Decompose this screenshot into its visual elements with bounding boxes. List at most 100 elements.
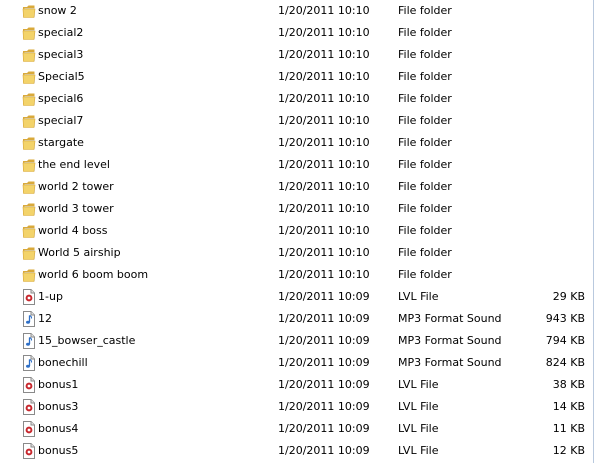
file-row[interactable]: special3 1/20/2011 10:10 File folder [0, 44, 593, 66]
file-type: File folder [398, 180, 452, 193]
file-date-modified: 1/20/2011 10:09 [278, 290, 370, 303]
file-name: 1-up [38, 290, 63, 303]
file-row[interactable]: 15_bowser_castle 1/20/2011 10:09 MP3 Forma… [0, 330, 593, 352]
file-date-modified: 1/20/2011 10:10 [278, 246, 370, 259]
file-row[interactable]: bonus5 1/20/2011 10:09 LVL File 12 KB [0, 440, 593, 462]
file-size: 29 KB [552, 290, 585, 303]
file-type: File folder [398, 48, 452, 61]
lvl-file-icon [22, 377, 36, 393]
lvl-file-icon [22, 443, 36, 459]
file-date-modified: 1/20/2011 10:10 [278, 136, 370, 149]
file-type: MP3 Format Sound [398, 312, 502, 325]
file-type: File folder [398, 114, 452, 127]
file-type: File folder [398, 246, 452, 259]
file-date-modified: 1/20/2011 10:09 [278, 334, 370, 347]
mp3-file-icon [22, 333, 36, 349]
file-row[interactable]: special2 1/20/2011 10:10 File folder [0, 22, 593, 44]
file-type: File folder [398, 158, 452, 171]
file-type: File folder [398, 92, 452, 105]
file-name: bonus5 [38, 444, 79, 457]
file-row[interactable]: bonus4 1/20/2011 10:09 LVL File 11 KB [0, 418, 593, 440]
file-date-modified: 1/20/2011 10:10 [278, 92, 370, 105]
folder-icon [22, 179, 36, 195]
lvl-file-icon [22, 399, 36, 415]
file-type: MP3 Format Sound [398, 356, 502, 369]
lvl-file-icon [22, 289, 36, 305]
file-type: LVL File [398, 444, 439, 457]
file-type: File folder [398, 4, 452, 17]
file-type: LVL File [398, 290, 439, 303]
file-name: special7 [38, 114, 84, 127]
file-date-modified: 1/20/2011 10:10 [278, 48, 370, 61]
file-size: 794 KB [545, 334, 585, 347]
file-list: snow 2 1/20/2011 10:10 File folder special2… [0, 0, 593, 462]
file-row[interactable]: stargate 1/20/2011 10:10 File folder [0, 132, 593, 154]
file-type: LVL File [398, 378, 439, 391]
file-row[interactable]: bonechill 1/20/2011 10:09 MP3 Format Sound… [0, 352, 593, 374]
file-type: File folder [398, 224, 452, 237]
file-type: LVL File [398, 400, 439, 413]
file-date-modified: 1/20/2011 10:10 [278, 4, 370, 17]
file-row[interactable]: Special5 1/20/2011 10:10 File folder [0, 66, 593, 88]
file-type: File folder [398, 70, 452, 83]
file-date-modified: 1/20/2011 10:10 [278, 114, 370, 127]
mp3-file-icon [22, 311, 36, 327]
file-size: 943 KB [545, 312, 585, 325]
file-size: 11 KB [552, 422, 585, 435]
file-row[interactable]: world 4 boss 1/20/2011 10:10 File folder [0, 220, 593, 242]
file-date-modified: 1/20/2011 10:10 [278, 70, 370, 83]
file-date-modified: 1/20/2011 10:09 [278, 400, 370, 413]
file-date-modified: 1/20/2011 10:10 [278, 268, 370, 281]
file-row[interactable]: bonus1 1/20/2011 10:09 LVL File 38 KB [0, 374, 593, 396]
file-row[interactable]: world 6 boom boom 1/20/2011 10:10 File fol… [0, 264, 593, 286]
file-type: File folder [398, 268, 452, 281]
file-row[interactable]: special6 1/20/2011 10:10 File folder [0, 88, 593, 110]
file-row[interactable]: 12 1/20/2011 10:09 MP3 Format Sound 943 KB [0, 308, 593, 330]
file-name: 15_bowser_castle [38, 334, 136, 347]
file-name: stargate [38, 136, 84, 149]
file-row[interactable]: world 3 tower 1/20/2011 10:10 File folder [0, 198, 593, 220]
folder-icon [22, 201, 36, 217]
file-name: snow 2 [38, 4, 77, 17]
file-name: bonechill [38, 356, 88, 369]
file-type: LVL File [398, 422, 439, 435]
file-date-modified: 1/20/2011 10:10 [278, 158, 370, 171]
lvl-file-icon [22, 421, 36, 437]
file-name: world 2 tower [38, 180, 114, 193]
explorer-file-pane: snow 2 1/20/2011 10:10 File folder special2… [0, 0, 594, 463]
file-size: 824 KB [545, 356, 585, 369]
file-row[interactable]: 1-up 1/20/2011 10:09 LVL File 29 KB [0, 286, 593, 308]
file-date-modified: 1/20/2011 10:09 [278, 356, 370, 369]
folder-icon [22, 135, 36, 151]
file-name: special6 [38, 92, 84, 105]
folder-icon [22, 245, 36, 261]
file-name: world 6 boom boom [38, 268, 149, 281]
folder-icon [22, 25, 36, 41]
file-name: World 5 airship [38, 246, 121, 259]
file-row[interactable]: world 2 tower 1/20/2011 10:10 File folder [0, 176, 593, 198]
file-row[interactable]: special7 1/20/2011 10:10 File folder [0, 110, 593, 132]
file-name: special3 [38, 48, 84, 61]
file-row[interactable]: the end level 1/20/2011 10:10 File folder [0, 154, 593, 176]
file-date-modified: 1/20/2011 10:09 [278, 422, 370, 435]
file-date-modified: 1/20/2011 10:09 [278, 444, 370, 457]
folder-icon [22, 157, 36, 173]
file-date-modified: 1/20/2011 10:10 [278, 202, 370, 215]
file-type: File folder [398, 26, 452, 39]
file-name: special2 [38, 26, 84, 39]
file-row[interactable]: World 5 airship 1/20/2011 10:10 File folde… [0, 242, 593, 264]
folder-icon [22, 267, 36, 283]
mp3-file-icon [22, 355, 36, 371]
file-row[interactable]: snow 2 1/20/2011 10:10 File folder [0, 0, 593, 22]
file-date-modified: 1/20/2011 10:10 [278, 26, 370, 39]
file-type: MP3 Format Sound [398, 334, 502, 347]
folder-icon [22, 69, 36, 85]
file-size: 14 KB [552, 400, 585, 413]
folder-icon [22, 223, 36, 239]
file-type: File folder [398, 202, 452, 215]
file-row[interactable]: bonus3 1/20/2011 10:09 LVL File 14 KB [0, 396, 593, 418]
file-date-modified: 1/20/2011 10:09 [278, 378, 370, 391]
folder-icon [22, 47, 36, 63]
folder-icon [22, 3, 36, 19]
file-date-modified: 1/20/2011 10:10 [278, 180, 370, 193]
